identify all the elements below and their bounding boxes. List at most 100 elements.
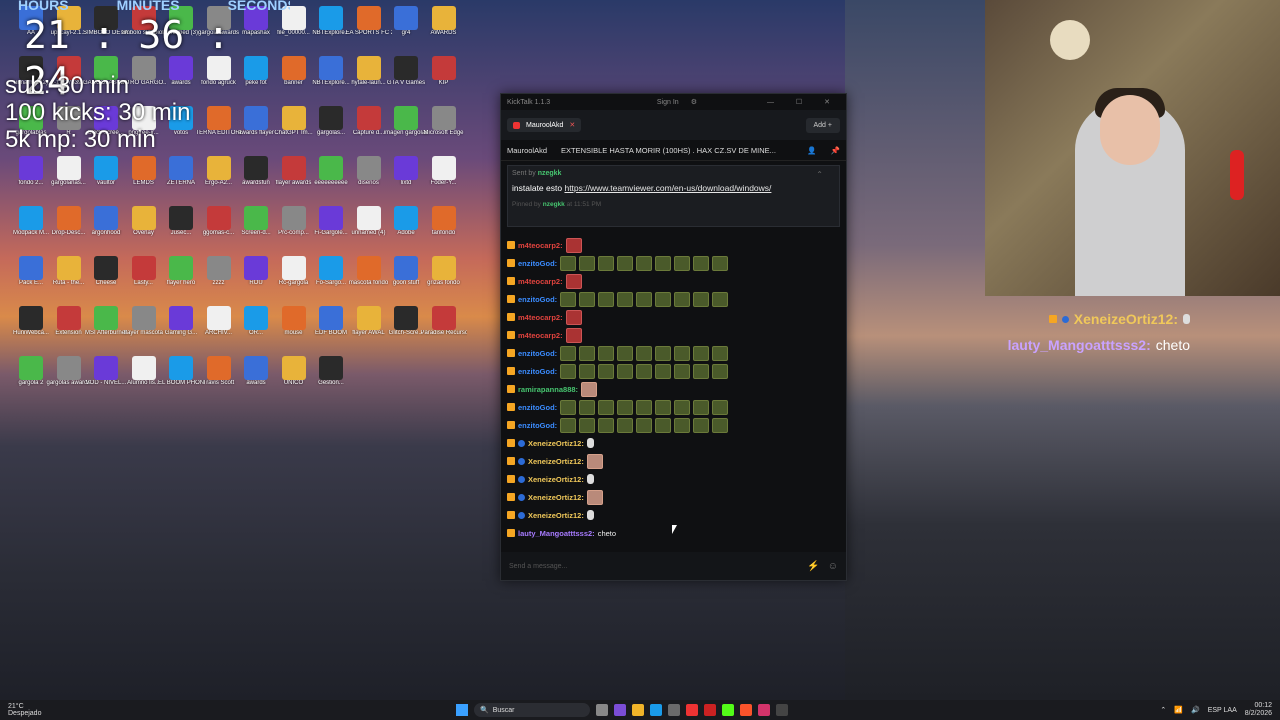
chat-username[interactable]: XeneizeOrtiz12: bbox=[528, 439, 584, 448]
desktop-icon-label: Gestion... bbox=[318, 380, 344, 386]
emote-icon bbox=[655, 291, 672, 307]
overlay-line-mp: 5k mp: 30 min bbox=[5, 126, 156, 153]
language-indicator[interactable]: ESP LAA bbox=[1208, 707, 1237, 714]
file-icon bbox=[244, 306, 268, 330]
pinned-sent-by-user[interactable]: nzegkk bbox=[538, 170, 562, 177]
file-icon bbox=[206, 306, 231, 330]
chat-message[interactable]: enzitoGod: bbox=[501, 416, 846, 434]
chat-username[interactable]: m4teocarp2: bbox=[518, 313, 563, 322]
volume-icon[interactable]: 🔊 bbox=[1191, 706, 1200, 714]
chat-username[interactable]: enzitoGod: bbox=[518, 421, 557, 430]
pin-icon[interactable]: 📌 bbox=[831, 146, 840, 155]
chat-username[interactable]: m4teocarp2: bbox=[518, 241, 563, 250]
chat-username[interactable]: XeneizeOrtiz12: bbox=[528, 511, 584, 520]
channel-name[interactable]: MauroolAkd bbox=[507, 146, 547, 155]
emote-icon bbox=[655, 255, 672, 271]
add-channel-button[interactable]: Add + bbox=[805, 117, 840, 133]
adobe-icon[interactable] bbox=[758, 704, 770, 716]
chat-username[interactable]: enzitoGod: bbox=[518, 367, 557, 376]
obs-icon[interactable] bbox=[704, 704, 716, 716]
cam-chat-text: cheto bbox=[1155, 337, 1190, 353]
desktop-icon[interactable]: Foder-Y... bbox=[421, 154, 467, 200]
chat-message[interactable]: m4teocarp2: bbox=[501, 308, 846, 326]
chat-username[interactable]: m4teocarp2: bbox=[518, 277, 563, 286]
collapse-chevron-icon[interactable]: ⌃ bbox=[816, 170, 823, 179]
chat-message[interactable]: XeneizeOrtiz12: bbox=[501, 452, 846, 470]
chat-message[interactable]: enzitoGod: bbox=[501, 362, 846, 380]
tray-chevron-icon[interactable]: ⌃ bbox=[1160, 706, 1166, 714]
pinned-by-user[interactable]: nzegkk bbox=[543, 201, 565, 208]
settings-gear-icon[interactable]: ⚙ bbox=[691, 98, 697, 106]
pinned-message-link[interactable]: https://www.teamviewer.com/en-us/downloa… bbox=[564, 183, 771, 193]
emoji-icon[interactable]: ☺ bbox=[828, 561, 838, 572]
chat-message[interactable]: XeneizeOrtiz12: bbox=[501, 434, 846, 452]
verified-badge-icon bbox=[518, 493, 525, 501]
emote-icon bbox=[560, 255, 577, 271]
taskbar-clock[interactable]: 00:12 8/2/2026 bbox=[1245, 702, 1272, 718]
edge-icon[interactable] bbox=[650, 704, 662, 716]
desktop-icon[interactable]: Gestion... bbox=[308, 354, 354, 400]
emote-icon bbox=[598, 345, 615, 361]
gargolas-logo bbox=[1050, 20, 1090, 60]
desktop-icon[interactable]: Paradise Recursos... bbox=[421, 304, 467, 350]
weather-temp: 21°C bbox=[8, 703, 24, 710]
pinned-sent-by-prefix: Sent by bbox=[512, 170, 536, 177]
weather-widget[interactable]: 21°C Despejado bbox=[8, 703, 41, 717]
file-explorer-icon[interactable] bbox=[632, 704, 644, 716]
message-input[interactable]: Send a message... bbox=[509, 563, 567, 570]
chat-username[interactable]: enzitoGod: bbox=[518, 259, 557, 268]
chat-username[interactable]: ramirapanna888: bbox=[518, 385, 578, 394]
chat-message[interactable]: m4teocarp2: bbox=[501, 272, 846, 290]
chat-username[interactable]: enzitoGod: bbox=[518, 403, 557, 412]
chat-username[interactable]: XeneizeOrtiz12: bbox=[528, 493, 584, 502]
brave-icon[interactable] bbox=[740, 704, 752, 716]
file-icon bbox=[281, 306, 306, 330]
sign-in-button[interactable]: Sign In bbox=[657, 99, 679, 106]
user-icon[interactable]: 👤 bbox=[807, 146, 816, 155]
window-controls[interactable]: — ☐ ✕ bbox=[767, 98, 840, 106]
chat-message[interactable]: enzitoGod: bbox=[501, 398, 846, 416]
chrome-icon[interactable] bbox=[686, 704, 698, 716]
chat-message[interactable]: XeneizeOrtiz12: bbox=[501, 506, 846, 524]
chat-username[interactable]: lauty_Mangoatttsss2: bbox=[518, 529, 595, 538]
chat-message[interactable]: m4teocarp2: bbox=[501, 236, 846, 254]
close-tab-icon[interactable]: ✕ bbox=[569, 121, 575, 129]
desktop-icon[interactable]: grizas fondo bbox=[421, 254, 467, 300]
chat-message[interactable]: ramirapanna888: bbox=[501, 380, 846, 398]
msi-icon[interactable] bbox=[776, 704, 788, 716]
calculator-icon[interactable] bbox=[668, 704, 680, 716]
chat-message-list[interactable]: m4teocarp2: enzitoGod: m4teocarp2: enzitoGo… bbox=[501, 236, 846, 546]
emote-picker-icon[interactable]: ⚡ bbox=[807, 561, 819, 572]
taskbar-search[interactable]: 🔍 Buscar bbox=[474, 703, 590, 717]
copilot-icon[interactable] bbox=[614, 704, 626, 716]
emote-icon bbox=[565, 237, 582, 253]
wifi-icon[interactable]: 📶 bbox=[1174, 706, 1183, 714]
desktop-icon-label: tanfondo bbox=[431, 230, 456, 236]
emote-icon bbox=[693, 291, 710, 307]
chat-message[interactable]: XeneizeOrtiz12: bbox=[501, 470, 846, 488]
desktop-icon[interactable]: Microsoft Edge bbox=[421, 104, 467, 150]
file-icon bbox=[206, 106, 231, 130]
emote-icon bbox=[712, 345, 729, 361]
chat-username[interactable]: enzitoGod: bbox=[518, 349, 557, 358]
file-icon bbox=[131, 356, 156, 380]
desktop-icon[interactable]: tanfondo bbox=[421, 204, 467, 250]
windows-start-icon[interactable] bbox=[456, 704, 468, 716]
chat-username[interactable]: XeneizeOrtiz12: bbox=[528, 475, 584, 484]
chat-message[interactable]: m4teocarp2: bbox=[501, 326, 846, 344]
desktop-icon[interactable]: AWARDS bbox=[421, 4, 467, 50]
chat-username[interactable]: XeneizeOrtiz12: bbox=[528, 457, 584, 466]
kicktalk-taskbar-icon[interactable] bbox=[722, 704, 734, 716]
task-view-icon[interactable] bbox=[596, 704, 608, 716]
stream-info-bar: MauroolAkd EXTENSIBLE HASTA MORIR (100HS… bbox=[501, 140, 846, 161]
chat-message[interactable]: enzitoGod: bbox=[501, 254, 846, 272]
chat-username[interactable]: enzitoGod: bbox=[518, 295, 557, 304]
emote-icon bbox=[693, 345, 710, 361]
chat-username[interactable]: m4teocarp2: bbox=[518, 331, 563, 340]
chat-message[interactable]: XeneizeOrtiz12: bbox=[501, 488, 846, 506]
chat-message[interactable]: enzitoGod: bbox=[501, 344, 846, 362]
file-icon bbox=[19, 206, 43, 230]
desktop-icon[interactable]: KIP bbox=[421, 54, 467, 100]
tab-channel[interactable]: MauroolAkd ✕ bbox=[507, 118, 582, 132]
chat-message[interactable]: enzitoGod: bbox=[501, 290, 846, 308]
